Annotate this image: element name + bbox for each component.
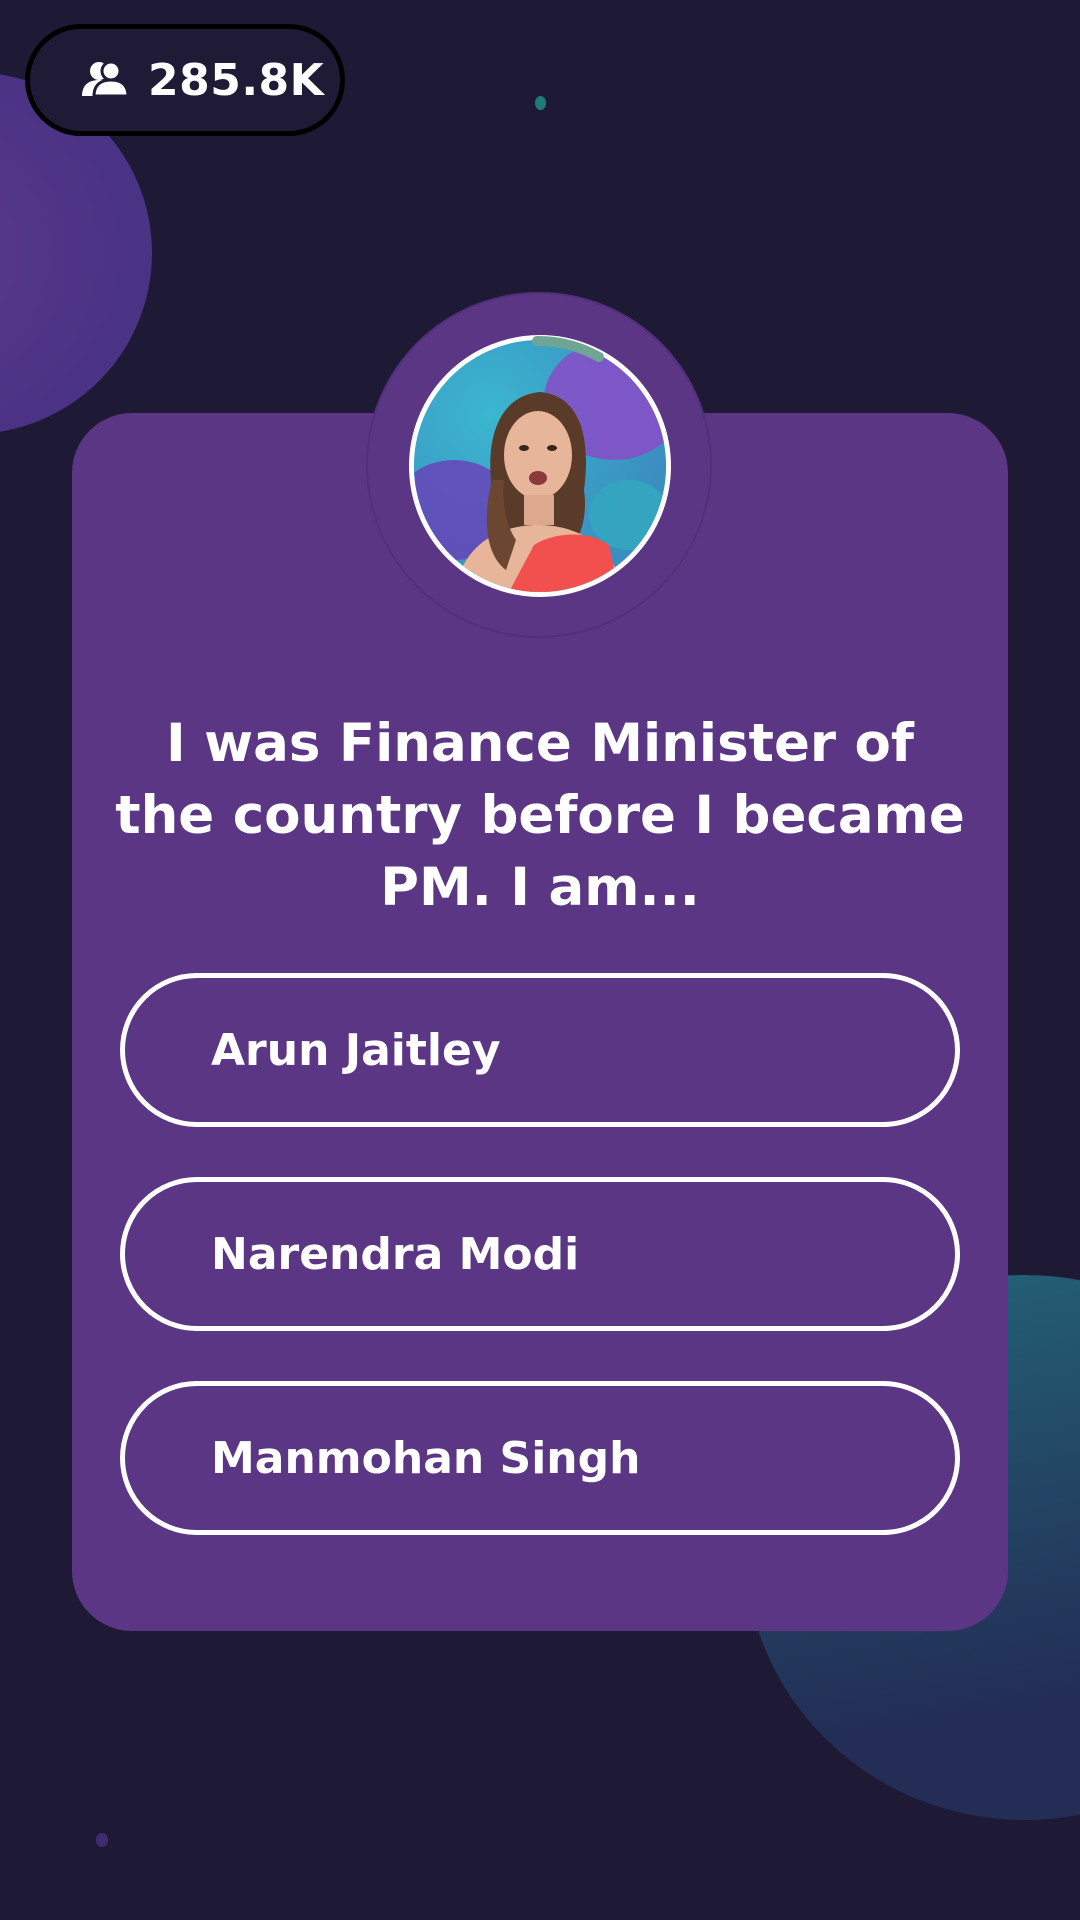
decorative-dot-teal — [535, 96, 546, 110]
answer-option-3[interactable]: Manmohan Singh — [120, 1381, 960, 1535]
users-icon — [80, 60, 130, 100]
quiz-screen: 285.8K I was Finance Minister of the cou… — [0, 0, 1080, 1920]
answer-option-label: Narendra Modi — [211, 1228, 580, 1280]
question-text: I was Finance Minister of the country be… — [115, 713, 965, 918]
viewer-count-badge: 285.8K — [25, 24, 345, 136]
viewer-count: 285.8K — [148, 54, 325, 106]
answer-option-label: Arun Jaitley — [211, 1024, 501, 1076]
answer-option-2[interactable]: Narendra Modi — [120, 1177, 960, 1331]
answer-option-label: Manmohan Singh — [211, 1432, 641, 1484]
host-video-avatar — [409, 335, 671, 597]
decorative-dot-purple — [96, 1833, 108, 1847]
answer-option-1[interactable]: Arun Jaitley — [120, 973, 960, 1127]
